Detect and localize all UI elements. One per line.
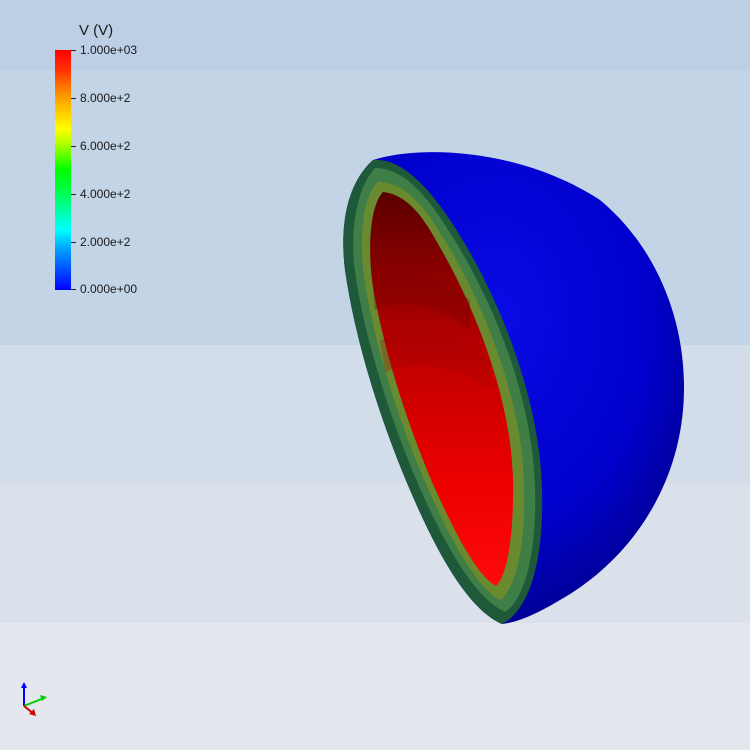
render-viewport[interactable]: V (V) 1.000e+03 8.000e+2 6.000e+2 4.000e… — [0, 0, 750, 750]
tick-mark — [71, 289, 76, 290]
tick-label: 8.000e+2 — [80, 91, 131, 105]
color-bar — [55, 50, 71, 290]
tick-label: 1.000e+03 — [80, 43, 138, 57]
tick-label: 0.000e+00 — [80, 282, 138, 296]
tick-mark — [71, 146, 76, 147]
tick-mark — [71, 98, 76, 99]
z-axis-arrow — [21, 682, 27, 688]
legend-title: V (V) — [79, 22, 114, 39]
tick-mark — [71, 50, 76, 51]
y-axis-line — [23, 697, 45, 707]
tick-mark — [71, 194, 76, 195]
orientation-axes-icon — [21, 682, 47, 716]
tick-label: 2.000e+2 — [80, 235, 131, 249]
tick-label: 4.000e+2 — [80, 187, 131, 201]
tick-label: 6.000e+2 — [80, 139, 131, 153]
tick-mark — [71, 242, 76, 243]
potential-field-render[interactable] — [0, 0, 750, 750]
